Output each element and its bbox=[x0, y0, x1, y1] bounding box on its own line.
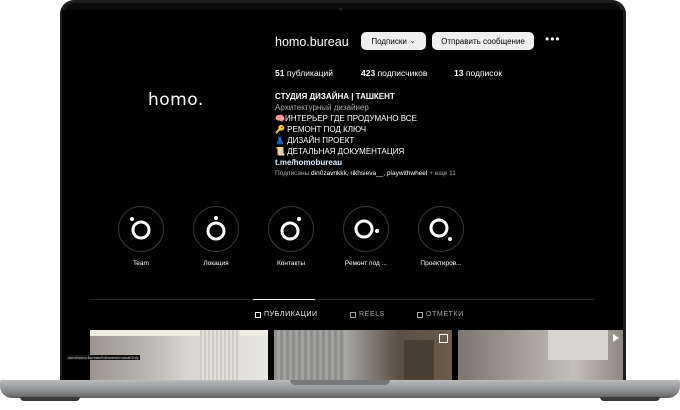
highlight-cover bbox=[268, 206, 314, 252]
highlight-logo-icon bbox=[280, 217, 301, 241]
following-button-label: Подписки bbox=[371, 36, 407, 46]
followed-by-suffix: + еще 11 bbox=[429, 170, 456, 177]
tab-reels[interactable]: REELS bbox=[350, 311, 385, 318]
bio-line: 🔑 РЕМОНТ ПОД КЛЮЧ bbox=[275, 125, 367, 134]
posts-stat: 51 публикаций bbox=[275, 68, 333, 78]
reels-icon bbox=[350, 311, 356, 318]
profile-username: homo.bureau bbox=[275, 35, 349, 49]
highlight-label: Контакты bbox=[276, 260, 306, 267]
highlight-cover bbox=[193, 206, 239, 252]
bio-link[interactable]: t.me/homobureau bbox=[275, 157, 575, 168]
tab-label: ОТМЕТКИ bbox=[426, 311, 464, 318]
tab-tagged[interactable]: ОТМЕТКИ bbox=[417, 311, 464, 318]
bio-line: 👗 ДИЗАЙН ПРОЕКТ bbox=[275, 136, 355, 145]
post-thumbnail[interactable] bbox=[274, 330, 452, 382]
laptop-foot bbox=[20, 397, 80, 401]
tab-posts[interactable]: ПУБЛИКАЦИИ bbox=[255, 311, 318, 318]
followers-count: 423 bbox=[361, 68, 376, 78]
followed-by-names: din0zavrikkk, rikhsieva__, playwithwheel bbox=[311, 170, 428, 177]
highlight-item[interactable]: Ремонт под ... bbox=[333, 206, 399, 267]
followed-by[interactable]: Подписаны din0zavrikkk, rikhsieva__, pla… bbox=[275, 170, 456, 177]
status-url-bar: com/homo.bureau/followers/mutualOnly bbox=[66, 355, 141, 360]
followers-label: подписчиков bbox=[377, 68, 428, 78]
send-message-button[interactable]: Отправить сообщение bbox=[432, 32, 534, 50]
highlight-logo-icon bbox=[206, 216, 226, 241]
highlight-cover bbox=[418, 206, 464, 252]
carousel-icon bbox=[439, 334, 448, 343]
highlight-item[interactable]: Локация bbox=[183, 206, 249, 267]
highlight-label: Team bbox=[133, 260, 149, 267]
bio-line: 📜 ДЕТАЛЬНАЯ ДОКУМЕНТАЦИЯ bbox=[275, 147, 405, 156]
highlight-label: Ремонт под ... bbox=[344, 260, 388, 267]
post-thumbnail[interactable] bbox=[458, 330, 623, 382]
followers-stat[interactable]: 423 подписчиков bbox=[361, 68, 427, 78]
bio-category: Архитектурный дизайнер bbox=[275, 103, 369, 112]
highlight-item[interactable]: Team bbox=[108, 206, 174, 267]
video-icon bbox=[613, 334, 619, 342]
send-message-label: Отправить сообщение bbox=[441, 36, 525, 46]
profile-avatar-logo[interactable]: homo. bbox=[148, 90, 204, 110]
followed-by-prefix: Подписаны bbox=[275, 170, 310, 177]
posts-label: публикаций bbox=[286, 68, 333, 78]
active-tab-indicator bbox=[253, 299, 315, 300]
grid-icon bbox=[255, 311, 261, 318]
post-image-detail bbox=[274, 330, 344, 382]
browser-screen: homo. homo.bureau Подписки ⌄ Отправить с… bbox=[62, 10, 623, 382]
posts-count: 51 bbox=[275, 68, 285, 78]
laptop-notch bbox=[290, 380, 390, 385]
bio-name: СТУДИЯ ДИЗАЙНА | ТАШКЕНТ bbox=[275, 92, 395, 101]
post-image-detail bbox=[548, 330, 608, 360]
chevron-down-icon: ⌄ bbox=[409, 38, 416, 45]
highlight-cover bbox=[118, 206, 164, 252]
highlight-item[interactable]: Контакты bbox=[258, 206, 324, 267]
highlight-label: Локация bbox=[203, 260, 229, 267]
tabs-divider bbox=[90, 299, 595, 300]
following-label: подписок bbox=[465, 68, 503, 78]
following-count: 13 bbox=[454, 68, 464, 78]
tagged-icon bbox=[417, 311, 423, 318]
highlight-cover bbox=[343, 206, 389, 252]
profile-bio: СТУДИЯ ДИЗАЙНА | ТАШКЕНТ Архитектурный д… bbox=[275, 91, 575, 168]
highlight-logo-icon bbox=[429, 218, 452, 241]
bio-line: 🧠ИНТЕРЬЕР ГДЕ ПРОДУМАНО ВСЕ bbox=[275, 114, 417, 123]
highlight-logo-icon bbox=[130, 217, 151, 240]
post-image-detail bbox=[200, 330, 240, 382]
more-horizontal-icon[interactable]: ••• bbox=[545, 32, 561, 46]
following-stat[interactable]: 13 подписок bbox=[454, 68, 502, 78]
highlight-logo-icon bbox=[354, 219, 379, 239]
laptop-foot bbox=[600, 397, 660, 401]
tab-label: ПУБЛИКАЦИИ bbox=[264, 311, 318, 318]
post-image-detail bbox=[90, 330, 268, 336]
highlight-item[interactable]: Проектиров... bbox=[408, 206, 474, 267]
highlight-label: Проектиров... bbox=[420, 260, 462, 267]
laptop-mockup: homo. homo.bureau Подписки ⌄ Отправить с… bbox=[0, 0, 680, 410]
post-image-detail bbox=[404, 340, 434, 382]
tab-label: REELS bbox=[359, 311, 385, 318]
following-button[interactable]: Подписки ⌄ bbox=[361, 32, 426, 50]
